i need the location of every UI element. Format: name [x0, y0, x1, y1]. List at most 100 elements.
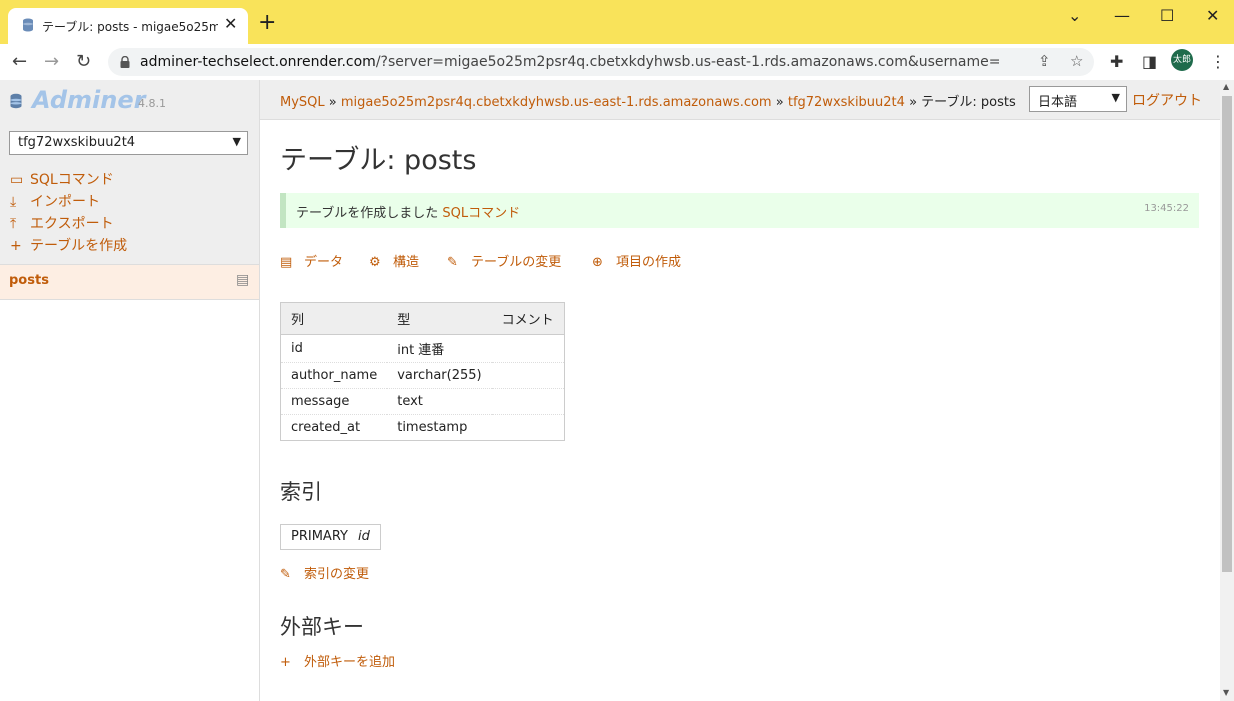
tab-close-icon[interactable]: ✕: [224, 14, 237, 33]
language-value: 日本語: [1038, 95, 1078, 110]
cell: id: [280, 334, 388, 363]
new-tab-icon[interactable]: +: [258, 12, 276, 34]
select-data-icon[interactable]: ▤: [236, 272, 249, 288]
data-icon: ▤: [280, 255, 293, 270]
scroll-down-icon[interactable]: ▼: [1223, 688, 1229, 697]
url-text: adminer-techselect.onrender.com/?server=…: [140, 54, 1000, 70]
database-select[interactable]: tfg72wxskibuu2t4 ▼: [9, 131, 248, 155]
cell: varchar(255): [387, 362, 492, 389]
structure-link[interactable]: ⚙ 構造: [369, 251, 419, 270]
import-link[interactable]: ⤓ インポート: [10, 191, 100, 211]
data-label: データ: [304, 255, 344, 270]
address-bar[interactable]: adminer-techselect.onrender.com/?server=…: [108, 48, 1094, 76]
share-icon[interactable]: ⇪: [1038, 52, 1051, 70]
message-sql-link[interactable]: SQLコマンド: [442, 206, 520, 221]
language-select[interactable]: 日本語 ▼: [1029, 86, 1127, 112]
table-name[interactable]: posts: [9, 273, 49, 288]
table-header-row: 列 型 コメント: [280, 302, 565, 335]
scroll-thumb[interactable]: [1222, 96, 1232, 572]
breadcrumb-separator: »: [775, 95, 784, 110]
column-header: コメント: [491, 302, 565, 335]
minimize-icon[interactable]: —: [1114, 6, 1130, 25]
profile-avatar[interactable]: 太郎: [1171, 49, 1193, 71]
adminer-logo-icon: [10, 93, 22, 109]
reload-icon[interactable]: ↻: [76, 51, 91, 72]
adminer-logo[interactable]: Adminer: [32, 86, 145, 114]
sidebar: Adminer 4.8.1 tfg72wxskibuu2t4 ▼ ▭ SQLコマン…: [0, 80, 260, 701]
maximize-icon[interactable]: ☐: [1160, 6, 1174, 25]
create-table-link[interactable]: + テーブルを作成: [10, 235, 127, 255]
breadcrumb-driver[interactable]: MySQL: [280, 95, 325, 110]
alter-indexes-label: 索引の変更: [304, 567, 370, 582]
alter-table-link[interactable]: ✎ テーブルの変更: [447, 251, 561, 270]
alter-table-label: テーブルの変更: [471, 255, 562, 270]
breadcrumb-current: テーブル: posts: [921, 95, 1016, 110]
cell: author_name: [280, 362, 388, 389]
tab-title: テーブル: posts - migae5o25m2psr4q: [42, 20, 218, 34]
structure-label: 構造: [393, 255, 420, 270]
add-circle-icon: ⊕: [592, 255, 603, 270]
table-row: message text: [280, 388, 565, 415]
create-item-link[interactable]: ⊕ 項目の作成: [592, 251, 681, 270]
sql-command-label: SQLコマンド: [30, 172, 114, 188]
browser-menu-icon[interactable]: ⋮: [1210, 52, 1226, 71]
tab-search-chevron-icon[interactable]: ⌄: [1068, 6, 1081, 25]
cell: [491, 414, 565, 441]
index-column: id: [357, 529, 370, 544]
cell: created_at: [280, 414, 388, 441]
database-icon: [23, 18, 33, 32]
message-time: 13:45:22: [1144, 203, 1189, 214]
side-panel-icon[interactable]: ◨: [1142, 52, 1157, 71]
plus-icon: +: [280, 655, 291, 670]
main-content: MySQL » migae5o25m2psr4q.cbetxkdyhwsb.us…: [260, 80, 1220, 701]
data-link[interactable]: ▤ データ: [280, 251, 343, 270]
breadcrumb-database[interactable]: tfg72wxskibuu2t4: [788, 95, 905, 110]
breadcrumb-bar: MySQL » migae5o25m2psr4q.cbetxkdyhwsb.us…: [260, 80, 1220, 120]
sidebar-panel: tfg72wxskibuu2t4 ▼ ▭ SQLコマンド ⤓ インポート ⤒ エクスポ…: [0, 119, 259, 264]
table-row: created_at timestamp: [280, 414, 565, 441]
browser-titlebar: テーブル: posts - migae5o25m2psr4q ✕ + ⌄ — ☐…: [0, 0, 1234, 44]
lock-icon: [120, 56, 130, 68]
import-label: インポート: [30, 194, 100, 210]
back-arrow-icon[interactable]: ←: [12, 51, 27, 72]
forward-arrow-icon[interactable]: →: [44, 51, 59, 72]
export-label: エクスポート: [30, 216, 114, 232]
create-item-label: 項目の作成: [616, 255, 682, 270]
cell: message: [280, 388, 388, 415]
vertical-scrollbar[interactable]: ▲ ▼: [1220, 80, 1234, 701]
logout-link[interactable]: ログアウト: [1132, 90, 1202, 110]
browser-tab[interactable]: テーブル: posts - migae5o25m2psr4q ✕: [8, 8, 248, 44]
sidebar-item-posts[interactable]: posts ▤: [0, 264, 259, 300]
cell: int 連番: [387, 334, 492, 363]
scroll-up-icon[interactable]: ▲: [1223, 82, 1229, 91]
foreign-keys-heading: 外部キー: [280, 615, 364, 639]
sql-command-link[interactable]: ▭ SQLコマンド: [10, 169, 114, 189]
indexes-heading: 索引: [280, 480, 322, 504]
table-row: author_name varchar(255): [280, 362, 565, 389]
extensions-puzzle-icon[interactable]: ✚: [1110, 52, 1123, 71]
breadcrumb-separator: »: [328, 95, 337, 110]
create-table-label: テーブルを作成: [30, 238, 128, 254]
window-close-icon[interactable]: ✕: [1206, 6, 1219, 25]
column-header: 列: [280, 302, 388, 335]
cell: [491, 388, 565, 415]
index-row: PRIMARY id: [280, 524, 381, 550]
plus-icon: +: [10, 238, 22, 254]
bookmark-star-icon[interactable]: ☆: [1070, 52, 1083, 70]
export-icon: ⤒: [10, 216, 17, 232]
cell: [491, 334, 565, 363]
import-icon: ⤓: [10, 194, 17, 210]
message-text: テーブルを作成しました SQLコマンド: [296, 206, 521, 221]
export-link[interactable]: ⤒ エクスポート: [10, 213, 114, 233]
add-foreign-key-link[interactable]: + 外部キーを追加: [280, 651, 395, 670]
success-message: テーブルを作成しました SQLコマンド 13:45:22: [280, 193, 1199, 228]
alter-indexes-link[interactable]: ✎ 索引の変更: [280, 563, 369, 582]
breadcrumb-server[interactable]: migae5o25m2psr4q.cbetxkdyhwsb.us-east-1.…: [341, 95, 772, 110]
pencil-icon: ✎: [447, 255, 458, 270]
cell: [491, 362, 565, 389]
cell: timestamp: [387, 414, 492, 441]
column-header: 型: [387, 302, 492, 335]
logo-area: Adminer 4.8.1: [0, 80, 259, 120]
breadcrumb: MySQL » migae5o25m2psr4q.cbetxkdyhwsb.us…: [280, 91, 1016, 110]
sql-icon: ▭: [10, 172, 24, 188]
